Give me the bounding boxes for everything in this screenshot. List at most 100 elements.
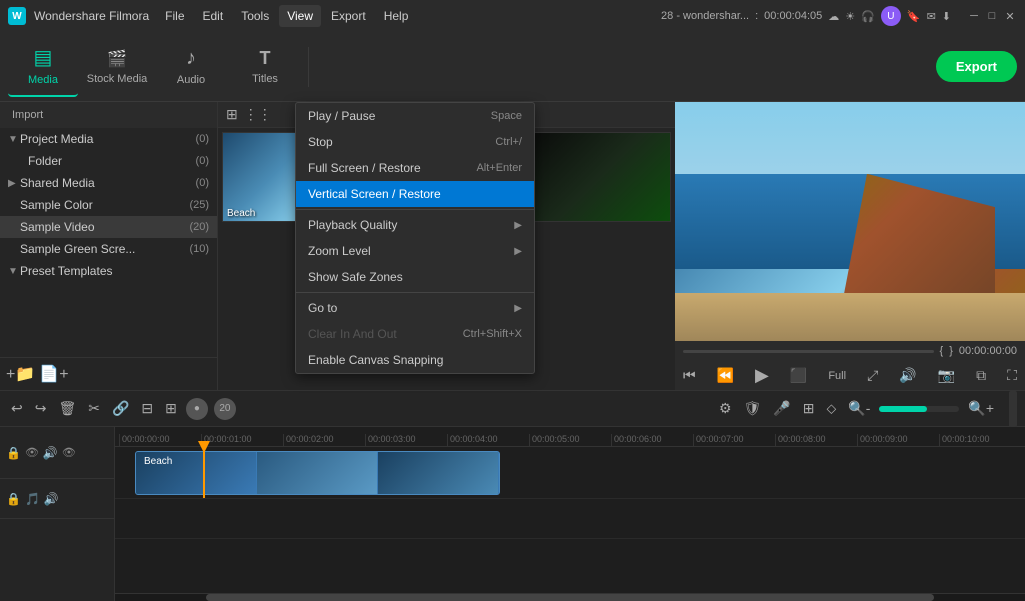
link-button[interactable]: 🔗 (109, 397, 132, 420)
tree-item-preset-templates[interactable]: ▼ Preset Templates (0, 260, 217, 282)
tree-item-folder[interactable]: Folder (0) (0, 150, 217, 172)
mic-button[interactable]: 🎤 (770, 397, 793, 420)
undo-button[interactable]: ↩ (8, 397, 26, 420)
shield-button[interactable]: 🛡 (741, 397, 765, 420)
track-header-audio: 🔒 🎵 🔊 (0, 479, 114, 519)
step-back-button[interactable]: ⏪ (717, 367, 734, 384)
zoom-slider[interactable] (879, 406, 959, 412)
skip-back-button[interactable]: ⏮ (683, 367, 696, 384)
menu-item-playback-quality[interactable]: Playback Quality ▶ (296, 212, 534, 238)
headphone-icon[interactable]: 🎧 (861, 10, 875, 23)
tree-item-sample-green[interactable]: Sample Green Scre... (10) (0, 238, 217, 260)
audio-lock-icon[interactable]: 🔒 (6, 492, 21, 506)
close-button[interactable]: ✕ (1003, 9, 1017, 23)
zoom-in-button[interactable]: 🔍+ (965, 397, 997, 420)
media-label: Media (28, 74, 58, 86)
settings-button[interactable]: ⚙ (716, 397, 735, 420)
download-icon[interactable]: ⬇ (942, 10, 951, 23)
import-button[interactable]: Import (6, 106, 49, 124)
zoom-out-button[interactable]: 🔍- (845, 397, 873, 420)
export-button[interactable]: Export (936, 51, 1017, 82)
menu-item-enable-canvas[interactable]: Enable Canvas Snapping (296, 347, 534, 373)
tree-item-shared-media[interactable]: ▶ Shared Media (0) (0, 172, 217, 194)
tree-count: (20) (189, 221, 209, 233)
add-folder-button[interactable]: +📁 (6, 364, 35, 384)
tree-item-project-media[interactable]: ▼ Project Media (0) (0, 128, 217, 150)
sort-icon[interactable]: ⋮⋮ (244, 106, 272, 123)
menu-edit[interactable]: Edit (195, 5, 232, 27)
tree-count: (0) (196, 133, 209, 145)
quality-selector[interactable]: Full (828, 370, 846, 382)
tree-item-sample-video[interactable]: Sample Video (20) (0, 216, 217, 238)
play-button[interactable]: ▶ (755, 365, 769, 386)
filter-icon[interactable]: ⊞ (226, 106, 238, 123)
tab-audio[interactable]: ♪ Audio (156, 37, 226, 97)
menu-bar: File Edit Tools View Export Help (157, 5, 653, 27)
cut-button[interactable]: ✂ (85, 397, 103, 420)
restore-button[interactable]: □ (985, 9, 999, 23)
menu-item-show-safe-zones[interactable]: Show Safe Zones (296, 264, 534, 290)
menu-export[interactable]: Export (323, 5, 374, 27)
menu-help[interactable]: Help (376, 5, 417, 27)
menu-item-label: Playback Quality (308, 218, 397, 232)
crop-button[interactable]: ⤢ (867, 367, 878, 384)
clip-label: Beach (140, 454, 176, 469)
sun-icon[interactable]: ☀ (845, 10, 855, 23)
title-center: 28 - wondershar... : 00:00:04:05 ☁ ☀ 🎧 U… (661, 6, 951, 26)
volume-button[interactable]: 🔊 (899, 367, 916, 384)
menu-item-fullscreen[interactable]: Full Screen / Restore Alt+Enter (296, 155, 534, 181)
mail-icon[interactable]: ✉ (927, 10, 936, 23)
expand-arrow: ▼ (8, 134, 20, 145)
tree-label: Project Media (20, 132, 196, 146)
circle-btn[interactable]: ● (186, 398, 208, 420)
fullscreen-button[interactable]: ⛶ (1007, 367, 1017, 384)
preview-seekbar-area: { } 00:00:00:00 (675, 341, 1025, 361)
audio-speaker-icon[interactable]: 🔊 (44, 492, 59, 506)
split-audio-button[interactable]: ⊞ (800, 397, 818, 420)
tab-stock-media[interactable]: 🎬 Stock Media (82, 37, 152, 97)
preview-seekbar[interactable] (683, 350, 934, 353)
bookmark-icon[interactable]: 🔖 (907, 10, 921, 23)
screenshot-button[interactable]: 📷 (938, 367, 955, 384)
menu-view[interactable]: View (279, 5, 321, 27)
menu-item-play-pause[interactable]: Play / Pause Space (296, 103, 534, 129)
audio-icon: ♪ (186, 47, 196, 70)
menu-file[interactable]: File (157, 5, 192, 27)
window-controls: ─ □ ✕ (967, 9, 1017, 23)
expand-arrow: ▼ (8, 266, 20, 277)
menu-item-stop[interactable]: Stop Ctrl+/ (296, 129, 534, 155)
tab-media[interactable]: ▤ Media (8, 37, 78, 97)
keyframe-button[interactable]: ⬦ (823, 397, 839, 420)
audio-eye-icon[interactable]: 🎵 (25, 492, 40, 506)
timeline-ruler: 00:00:00:00 00:00:01:00 00:00:02:00 00:0… (115, 427, 1025, 447)
speaker-icon[interactable]: 🔊 (43, 446, 58, 460)
split-button[interactable]: ⊞ (162, 397, 180, 420)
submenu-arrow: ▶ (514, 220, 522, 231)
menu-item-label: Full Screen / Restore (308, 161, 421, 175)
track-clip-beach[interactable]: Beach (135, 451, 500, 495)
camera-icon[interactable]: 👁 (62, 446, 76, 459)
stop-button[interactable]: ⬛ (790, 367, 807, 384)
tree-item-sample-color[interactable]: Sample Color (25) (0, 194, 217, 216)
cloud-icon[interactable]: ☁ (828, 10, 839, 23)
lock-icon[interactable]: 🔒 (6, 446, 21, 460)
menu-item-zoom-level[interactable]: Zoom Level ▶ (296, 238, 534, 264)
add-file-button[interactable]: 📄+ (39, 364, 68, 384)
redo-button[interactable]: ↪ (32, 397, 50, 420)
tree-count: (25) (189, 199, 209, 211)
menu-item-vertical-screen[interactable]: Vertical Screen / Restore (296, 181, 534, 207)
media-item-green[interactable] (524, 132, 671, 222)
menu-item-shortcut: Alt+Enter (476, 162, 522, 174)
menu-item-shortcut: Ctrl+/ (495, 136, 522, 148)
pip-button[interactable]: ⧉ (976, 367, 986, 384)
adjust-button[interactable]: ⊟ (138, 397, 156, 420)
delete-button[interactable]: 🗑 (55, 397, 79, 420)
eye-icon[interactable]: 👁 (25, 446, 39, 459)
speed-btn[interactable]: 20 (214, 398, 236, 420)
toolbar-separator (308, 47, 309, 87)
menu-tools[interactable]: Tools (233, 5, 277, 27)
minimize-button[interactable]: ─ (967, 9, 981, 23)
collapse-panel[interactable] (1009, 391, 1017, 427)
menu-item-go-to[interactable]: Go to ▶ (296, 295, 534, 321)
tab-titles[interactable]: T Titles (230, 37, 300, 97)
